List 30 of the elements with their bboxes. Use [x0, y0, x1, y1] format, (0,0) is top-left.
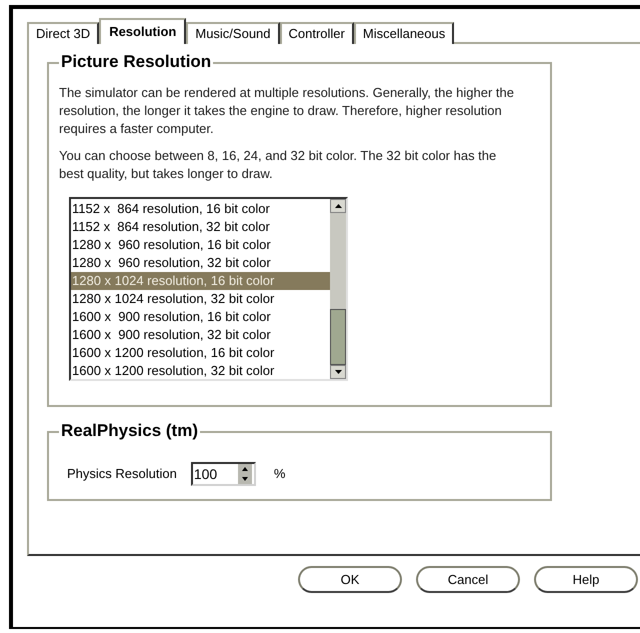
description-text: You can choose between 8, 16, 24, and 32 bit color. The 32 bit color has the best quality, but takes longer to draw. [59, 147, 498, 183]
down-arrow-icon [334, 370, 342, 374]
list-item[interactable]: 1280 x 960 resolution, 16 bit color [71, 236, 330, 254]
list-item[interactable]: 1600 x 900 resolution, 32 bit color [71, 326, 330, 344]
list-item[interactable]: 1600 x 900 resolution, 16 bit color [71, 308, 330, 326]
spin-field[interactable]: 100 [190, 462, 256, 486]
dialog-button[interactable]: Cancel [416, 566, 520, 593]
dialog-button[interactable]: Help [534, 566, 638, 593]
list-item[interactable]: 1280 x 1024 resolution, 32 bit color [71, 290, 330, 308]
resolution-list[interactable] [69, 197, 348, 381]
list-item[interactable]: 1280 x 960 resolution, 32 bit color [71, 254, 330, 272]
tab[interactable]: Direct 3D [27, 22, 100, 44]
list-item[interactable]: 1600 x 1200 resolution, 16 bit color [71, 344, 330, 362]
description-text: The simulator can be rendered at multiple resolutions. Generally, the higher the resolution, the longer it takes the engine to draw. Therefore, higher resolution requires a faster computer. [59, 84, 516, 138]
tab[interactable]: Music/Sound [186, 22, 280, 44]
field-label: Physics Resolution [67, 465, 177, 484]
list-item[interactable]: 1152 x 864 resolution, 16 bit color [71, 200, 330, 218]
dialog-button[interactable]: OK [298, 566, 402, 593]
tab[interactable]: Miscellaneous [354, 22, 454, 44]
unit-label: % [274, 465, 286, 484]
scroll-up-button[interactable] [330, 199, 346, 213]
scrollbar[interactable] [330, 199, 346, 379]
list-item[interactable]: 1152 x 864 resolution, 32 bit color [71, 218, 330, 236]
tab[interactable]: Controller [280, 22, 354, 44]
scroll-down-button[interactable] [330, 365, 346, 379]
list-item[interactable]: 1280 x 1024 resolution, 16 bit color [71, 272, 330, 290]
up-arrow-icon [334, 204, 342, 208]
scroll-thumb[interactable] [330, 309, 346, 365]
tab[interactable]: Resolution [99, 18, 186, 44]
list-item[interactable]: 1600 x 1200 resolution, 32 bit color [71, 362, 330, 380]
